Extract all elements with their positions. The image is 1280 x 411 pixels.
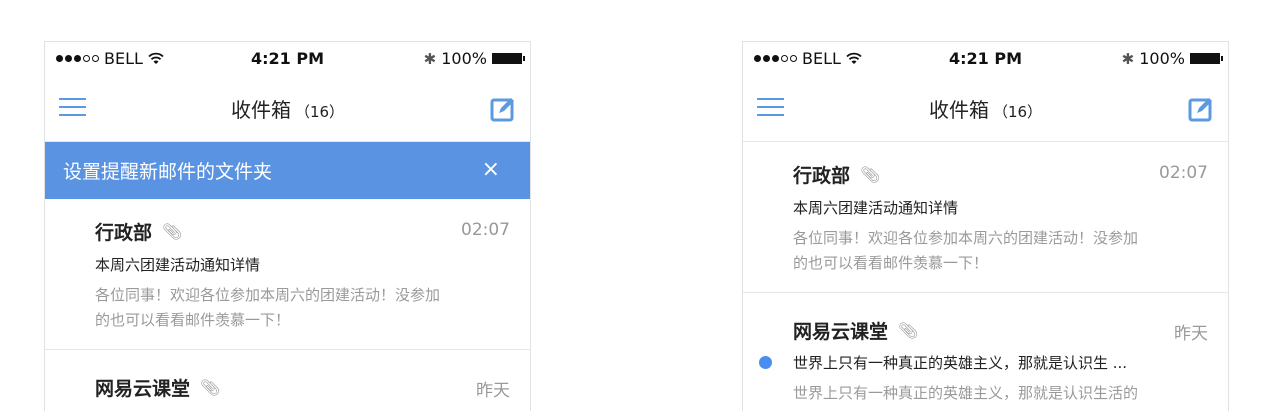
bluetooth-icon: ✱ [1121,49,1135,68]
mail-subject: 本周六团建活动通知详情 [793,199,959,217]
mail-sender: 网易云课堂 📎︎ [793,317,918,344]
mail-time: 昨天 [476,381,510,401]
paperclip-icon: 📎︎ [200,378,221,397]
inbox-count: （16） [992,103,1043,121]
battery-icon [492,53,525,64]
mail-sender: 行政部 📎︎ [95,218,182,245]
compose-icon[interactable] [1188,96,1214,122]
bluetooth-icon: ✱ [423,49,437,68]
list-item[interactable]: 行政部 📎︎ 02:07 本周六团建活动通知详情 各位同事！欢迎各位参加本周六的… [45,199,530,350]
inbox-title: 收件箱 [928,98,989,122]
list-item[interactable]: 网易云课堂 📎︎ 昨天 [45,350,530,411]
mail-time: 02:07 [1159,163,1208,183]
status-right: ✱ 100% [1121,49,1223,68]
battery-label: 100% [441,49,487,68]
mail-preview: 各位同事！欢迎各位参加本周六的团建活动！没参加 的也可以看看邮件羡慕一下！ [95,283,512,333]
sender-name: 行政部 [793,165,851,187]
preview-line: 各位同事！欢迎各位参加本周六的团建活动！没参加 [793,229,1139,247]
notification-banner[interactable]: 设置提醒新邮件的文件夹 × [45,142,530,199]
sender-name: 网易云课堂 [793,321,889,343]
phone-screen-with-banner: BELL 4:21 PM ✱ 100% 收件箱 （16） 设置提醒新邮件的文件夹 … [44,41,531,411]
mail-subject: 世界上只有一种真正的英雄主义，那就是认识生 ... [793,354,1128,372]
unread-indicator [759,356,772,369]
status-bar: BELL 4:21 PM ✱ 100% [743,42,1228,76]
inbox-title: 收件箱 [230,98,291,122]
mail-preview: 各位同事！欢迎各位参加本周六的团建活动！没参加 的也可以看看邮件羡慕一下！ [793,226,1210,276]
preview-line: 的也可以看看邮件羡慕一下！ [95,311,291,329]
nav-bar: 收件箱 （16） [45,76,530,142]
sender-name: 网易云课堂 [95,378,191,400]
banner-text: 设置提醒新邮件的文件夹 [63,161,273,183]
preview-line: 世界上只有一种真正的英雄主义，那就是认识生活的 [793,384,1139,402]
mail-subject: 本周六团建活动通知详情 [95,256,261,274]
paperclip-icon: 📎︎ [162,222,183,241]
nav-bar: 收件箱 （16） [743,76,1228,142]
inbox-count: （16） [294,103,345,121]
mail-sender: 行政部 📎︎ [793,161,880,188]
status-right: ✱ 100% [423,49,525,68]
battery-label: 100% [1139,49,1185,68]
mail-time: 02:07 [461,220,510,240]
preview-line: 的也可以看看邮件羡慕一下！ [793,254,989,272]
mail-sender: 网易云课堂 📎︎ [95,374,220,401]
preview-line: 各位同事！欢迎各位参加本周六的团建活动！没参加 [95,286,441,304]
battery-icon [1190,53,1223,64]
phone-screen-inbox: BELL 4:21 PM ✱ 100% 收件箱 （16） 行政部 📎︎ 02:0… [742,41,1229,411]
mail-time: 昨天 [1174,324,1208,344]
page-title: 收件箱 （16） [45,94,530,123]
status-bar: BELL 4:21 PM ✱ 100% [45,42,530,76]
page-title: 收件箱 （16） [743,94,1228,123]
paperclip-icon: 📎︎ [860,165,881,184]
close-icon[interactable]: × [482,157,500,182]
list-item[interactable]: 网易云课堂 📎︎ 昨天 世界上只有一种真正的英雄主义，那就是认识生 ... 世界… [743,293,1228,411]
paperclip-icon: 📎︎ [898,321,919,340]
sender-name: 行政部 [95,222,153,244]
list-item[interactable]: 行政部 📎︎ 02:07 本周六团建活动通知详情 各位同事！欢迎各位参加本周六的… [743,142,1228,293]
compose-icon[interactable] [490,96,516,122]
mail-preview: 世界上只有一种真正的英雄主义，那就是认识生活的 [793,381,1210,406]
